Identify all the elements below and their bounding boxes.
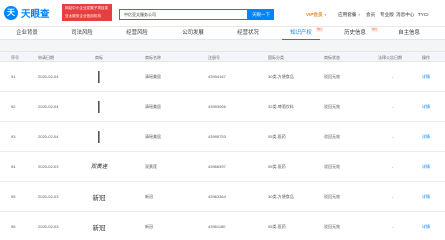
tab-legal-risk[interactable]: 司法风险 (63, 27, 101, 40)
cell-reg-number: 43961180 (208, 224, 226, 229)
cell-legal-date: - (392, 194, 394, 199)
cell-status: 驳回无效 (324, 74, 340, 79)
trademark-vertical-mark (98, 101, 100, 113)
message-link[interactable]: 消息中心 (396, 12, 414, 18)
cell-index: 96 (11, 224, 16, 229)
enterprise-link[interactable]: 应用套餐 ▼ (338, 12, 361, 18)
trademark-mark-text: 新冠 (92, 194, 106, 202)
cell-apply-date: 2020-02-04 (38, 74, 59, 79)
cell-intl-class: 30类-方便食品 (268, 194, 294, 199)
pro-link[interactable]: 专业版 (380, 12, 394, 18)
cell-intl-class: 05类-医药 (268, 134, 286, 139)
cell-mark-name: 清瑶美居 (145, 104, 161, 109)
promo-line-1: 网站中小企业发展子项目奖 (65, 6, 109, 10)
cell-mark-name: 新冠 (145, 224, 153, 229)
cell-legal-date: - (392, 74, 394, 79)
chevron-down-icon: ▼ (357, 13, 361, 17)
trademark-image[interactable] (90, 68, 108, 86)
member-link[interactable]: 会员 (366, 12, 375, 18)
brand-name: 天眼查 (21, 9, 50, 20)
trademark-mark-text: 新冠 (92, 224, 106, 232)
logo[interactable]: 天 天眼查 (4, 6, 50, 20)
tab-company-development[interactable]: 公司发展 (174, 27, 212, 40)
tab-count-badge: 99+ (316, 27, 324, 32)
trademark-image[interactable] (90, 98, 108, 116)
cell-index: 95 (11, 194, 16, 199)
cell-mark-name: 清瑶美居 (145, 134, 161, 139)
cell-status: 驳回无效 (324, 194, 340, 199)
trademark-vertical-mark (98, 131, 100, 143)
cell-status: 驳回无效 (324, 164, 340, 169)
cell-apply-date: 2020-02-03 (38, 224, 59, 229)
promo-banner[interactable]: 网站中小企业发展子项目奖 亚太服务企业信用机构 (62, 4, 112, 21)
cell-apply-date: 2020-02-04 (38, 104, 59, 109)
cell-index: 91 (11, 74, 16, 79)
cell-reg-number: 43993066 (208, 104, 226, 109)
cell-intl-class: 05类-医药 (268, 224, 286, 229)
top-bar: 天 天眼查 网站中小企业发展子项目奖 亚太服务企业信用机构 中亿亚太服务公司 天… (0, 0, 445, 27)
cell-index: 93 (11, 134, 16, 139)
promo-line-2: 亚太服务企业信用机构 (65, 14, 101, 18)
cell-status: 驳回无效 (324, 134, 340, 139)
chevron-down-icon: ▼ (323, 13, 327, 17)
cell-legal-date: - (392, 164, 394, 169)
table-header: 序号 申请日期 商标 商标名称 注册号 国际分类 商标状态 法律公告日期 操作 (0, 51, 445, 62)
cell-apply-date: 2020-02-03 (38, 164, 59, 169)
trademark-image[interactable]: 新冠 (90, 188, 108, 206)
cell-reg-number: 43994167 (208, 74, 226, 79)
table-row[interactable]: 92 2020-02-04 清瑶美居 43993066 32类-啤酒饮料 驳回无效 - 详情 (0, 92, 445, 122)
table-row[interactable]: 95 2020-02-03 新冠 43963364 30类-方便食品 驳回无效 - 详情 新冠 (0, 182, 445, 212)
trademark-mark-text: 双黄连 (90, 164, 108, 170)
trademark-image[interactable]: 双黄连 (90, 158, 108, 176)
cell-status: 驳回无效 (324, 224, 340, 229)
cell-legal-date: - (392, 134, 394, 139)
cell-mark-name: 新冠 (145, 194, 153, 199)
cell-apply-date: 2020-02-03 (38, 194, 59, 199)
detail-link[interactable]: 详情 (422, 92, 430, 122)
detail-link[interactable]: 详情 (422, 152, 430, 182)
cell-reg-number: 43963364 (208, 194, 226, 199)
search-input[interactable]: 中亿亚太服务公司 (119, 9, 248, 20)
tab-history[interactable]: 历史信息 (336, 27, 374, 40)
detail-link[interactable]: 详情 (422, 212, 430, 240)
cell-apply-date: 2020-02-04 (38, 134, 59, 139)
detail-link[interactable]: 详情 (422, 122, 430, 152)
cell-intl-class: 05类-医药 (268, 164, 286, 169)
cell-index: 92 (11, 104, 16, 109)
user-menu[interactable]: TYCI (418, 12, 428, 17)
trademark-vertical-mark (98, 71, 100, 83)
cell-legal-date: - (392, 104, 394, 109)
logo-icon: 天 (4, 6, 18, 20)
tab-intellectual-property[interactable]: 知识产权 (282, 27, 320, 40)
tab-operating-risk[interactable]: 经营风险 (118, 27, 156, 40)
trademark-image[interactable]: 新冠 (90, 218, 108, 236)
detail-link[interactable]: 详情 (422, 62, 430, 92)
table-row[interactable]: 96 2020-02-03 新冠 43961180 05类-医药 驳回无效 - 详情 新冠 (0, 212, 445, 240)
table-row[interactable]: 93 2020-02-04 清瑶美居 43995753 05类-医药 驳回无效 - 详情 (0, 122, 445, 152)
detail-link[interactable]: 详情 (422, 182, 430, 212)
tab-operating-status[interactable]: 经营状况 (229, 27, 267, 40)
section-tabs: 企业背景 司法风险 经营风险 公司发展 经营状况 知识产权 历史信息 自主信息 … (0, 27, 445, 40)
cell-reg-number: 43995753 (208, 134, 226, 139)
cell-status: 驳回无效 (324, 104, 340, 109)
tab-self-info[interactable]: 自主信息 (390, 27, 428, 40)
cell-intl-class: 30类-方便食品 (268, 74, 294, 79)
vip-link[interactable]: VIP会员 ▼ (306, 12, 327, 18)
search-button[interactable]: 天眼一下 (248, 9, 274, 20)
cell-index: 94 (11, 164, 16, 169)
cell-reg-number: 43966397 (208, 164, 226, 169)
table-row[interactable]: 94 2020-02-03 双黄莲 43966397 05类-医药 驳回无效 - 详情 双黄连 (0, 152, 445, 182)
cell-legal-date: - (392, 224, 394, 229)
trademark-image[interactable] (90, 128, 108, 146)
cell-mark-name: 双黄莲 (145, 164, 157, 169)
cell-mark-name: 清瑶美居 (145, 74, 161, 79)
cell-intl-class: 32类-啤酒饮料 (268, 104, 294, 109)
tab-count-badge: 99+ (371, 27, 379, 32)
table-row[interactable]: 91 2020-02-04 清瑶美居 43994167 30类-方便食品 驳回无效 - 详情 (0, 62, 445, 92)
tab-company-background[interactable]: 企业背景 (8, 27, 46, 40)
